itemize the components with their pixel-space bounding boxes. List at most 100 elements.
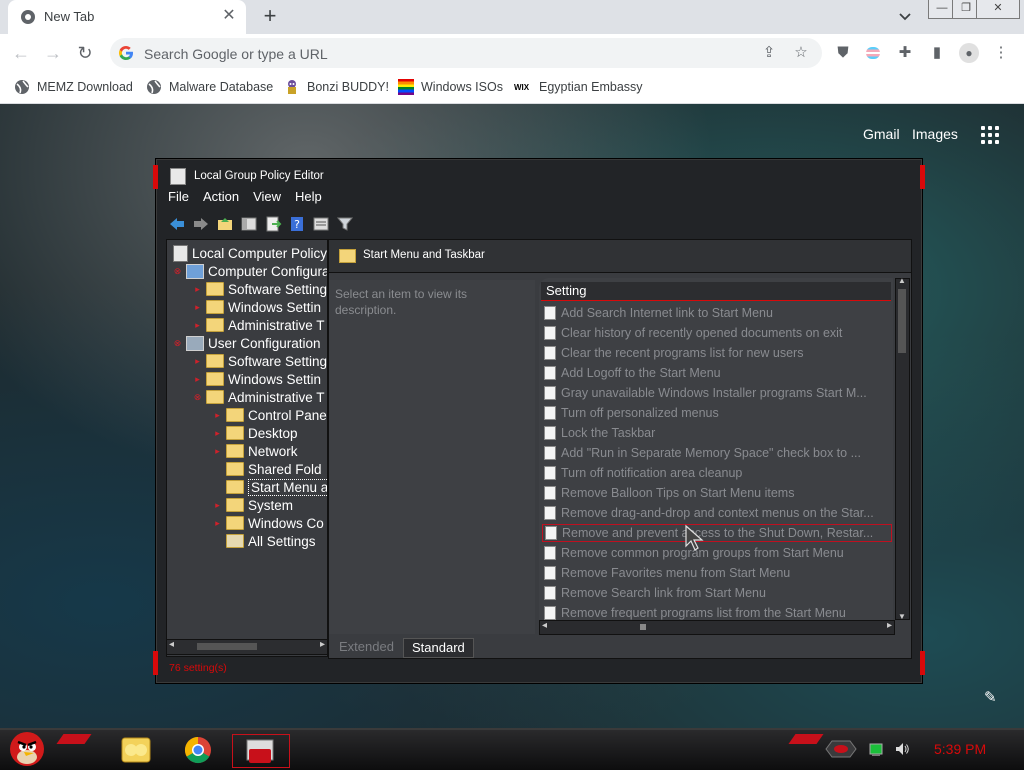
scrollbar-thumb[interactable] [898, 289, 906, 353]
list-horizontal-scrollbar[interactable]: ◂ ▸ [539, 620, 895, 635]
setting-row[interactable]: Add Logoff to the Start Menu [544, 364, 890, 382]
tree-node-user-configuration[interactable]: ⊗ User Configuration [173, 334, 321, 352]
tree-node-network[interactable]: ▸ Network [213, 442, 297, 460]
taskbar-app-explorer[interactable] [112, 734, 160, 766]
forward-arrow-icon[interactable] [192, 215, 210, 233]
bookmark-star-icon[interactable]: ☆ [790, 42, 812, 64]
expand-icon[interactable]: ▸ [193, 284, 202, 295]
tree-node-all-settings[interactable]: All Settings [213, 532, 316, 550]
properties-icon[interactable] [312, 215, 330, 233]
images-link[interactable]: Images [912, 126, 958, 142]
bookmark-memz-download[interactable]: MEMZ Download [14, 77, 133, 97]
setting-row[interactable]: Lock the Taskbar [544, 424, 890, 442]
taskbar-clock[interactable]: 5:39 PM [934, 741, 986, 757]
omnibox[interactable]: ⇪ ☆ [110, 38, 822, 68]
back-icon[interactable]: ← [10, 42, 32, 64]
tab-new-tab[interactable]: New Tab ✕ [8, 0, 246, 34]
setting-row[interactable]: Clear history of recently opened documen… [544, 324, 890, 342]
share-icon[interactable]: ⇪ [758, 42, 780, 64]
tree-node-software-settings[interactable]: ▸ Software Setting [193, 352, 327, 370]
tree-node-software-settings[interactable]: ▸ Software Setting [193, 280, 327, 298]
taskbar-app-chrome[interactable] [174, 734, 222, 766]
ublock-icon[interactable]: ⛊ [832, 42, 854, 64]
setting-row[interactable]: Clear the recent programs list for new u… [544, 344, 890, 362]
menu-view[interactable]: View [253, 189, 281, 209]
search-input[interactable] [142, 43, 706, 65]
tab-extended[interactable]: Extended [331, 638, 402, 656]
extensions-puzzle-icon[interactable]: ✚ [894, 42, 916, 64]
expand-icon[interactable]: ▸ [213, 518, 222, 529]
setting-row[interactable]: Add Search Internet link to Start Menu [544, 304, 890, 322]
setting-row[interactable]: Remove drag-and-drop and context menus o… [544, 504, 890, 522]
forward-icon[interactable]: → [42, 42, 64, 64]
tree-node-administrative-templates[interactable]: ▸ Administrative T [193, 316, 324, 334]
expand-icon[interactable]: ▸ [213, 500, 222, 511]
column-header-setting[interactable]: Setting [541, 282, 891, 301]
expand-icon[interactable]: ▸ [213, 428, 222, 439]
expand-icon[interactable]: ▸ [193, 374, 202, 385]
collapse-icon[interactable]: ⊗ [173, 266, 182, 277]
back-arrow-icon[interactable] [168, 215, 186, 233]
bookmark-bonzi-buddy[interactable]: Bonzi BUDDY! [284, 77, 389, 97]
setting-row[interactable]: Remove and prevent access to the Shut Do… [542, 524, 892, 542]
volume-icon[interactable] [894, 741, 910, 757]
bookmark-windows-isos[interactable]: Windows ISOs [398, 77, 503, 97]
show-hide-tree-icon[interactable] [240, 215, 258, 233]
setting-row[interactable]: Add "Run in Separate Memory Space" check… [544, 444, 890, 462]
export-list-icon[interactable] [264, 215, 282, 233]
scroll-left-icon[interactable]: ◂ [169, 639, 174, 650]
tree-node-computer-configuration[interactable]: ⊗ Computer Configura [173, 262, 327, 280]
expand-icon[interactable]: ▸ [193, 320, 202, 331]
setting-row[interactable]: Remove common program groups from Start … [544, 544, 890, 562]
side-panel-icon[interactable]: ▮ [926, 42, 948, 64]
tab-standard[interactable]: Standard [403, 638, 474, 658]
tree-node-shared-folders[interactable]: Shared Fold [213, 460, 322, 478]
tree-horizontal-scrollbar[interactable]: ◂ ▸ [166, 639, 328, 655]
angry-bird-start-icon[interactable] [6, 726, 48, 768]
battery-status-icon[interactable] [868, 741, 884, 757]
setting-row[interactable]: Remove Search link from Start Menu [544, 584, 890, 602]
bookmark-egyptian-embassy[interactable]: WIX Egyptian Embassy [514, 77, 643, 97]
scrollbar-thumb[interactable] [197, 643, 257, 650]
setting-row[interactable]: Remove Favorites menu from Start Menu [544, 564, 890, 582]
setting-row[interactable]: Gray unavailable Windows Installer progr… [544, 384, 890, 402]
setting-row[interactable]: Turn off personalized menus [544, 404, 890, 422]
scroll-right-icon[interactable]: ▸ [320, 639, 325, 650]
network-shield-icon[interactable] [824, 738, 858, 760]
tree-node-control-panel[interactable]: ▸ Control Pane [213, 406, 327, 424]
menu-file[interactable]: File [168, 189, 189, 209]
chevron-down-icon[interactable] [896, 6, 914, 26]
reload-icon[interactable]: ↻ [74, 42, 96, 64]
customize-pencil-icon[interactable]: ✎ [984, 688, 1000, 706]
list-vertical-scrollbar[interactable]: ▲ ▼ [895, 276, 910, 621]
help-icon[interactable]: ? [288, 215, 306, 233]
bookmark-malware-database[interactable]: Malware Database [146, 77, 273, 97]
collapse-icon[interactable]: ⊗ [193, 392, 202, 403]
tree-node-local-computer-policy[interactable]: Local Computer Policy [173, 244, 327, 262]
tree-node-windows-settings[interactable]: ▸ Windows Settin [193, 298, 321, 316]
tree-node-windows-settings[interactable]: ▸ Windows Settin [193, 370, 321, 388]
setting-row[interactable]: Turn off notification area cleanup [544, 464, 890, 482]
extension-flag-icon[interactable] [862, 42, 884, 64]
gmail-link[interactable]: Gmail [863, 126, 900, 142]
tree-node-system[interactable]: ▸ System [213, 496, 293, 514]
scroll-left-icon[interactable]: ◂ [542, 620, 547, 631]
up-folder-icon[interactable] [216, 215, 234, 233]
scroll-up-icon[interactable]: ▲ [898, 276, 906, 285]
new-tab-button[interactable]: + [258, 4, 282, 28]
tree-node-desktop[interactable]: ▸ Desktop [213, 424, 297, 442]
tab-close-icon[interactable]: ✕ [220, 7, 238, 25]
filter-icon[interactable] [336, 215, 354, 233]
scrollbar-thumb[interactable] [640, 624, 646, 630]
tree-node-start-menu-and-taskbar[interactable]: Start Menu a [213, 478, 327, 496]
taskbar-app-gpedit[interactable] [232, 734, 290, 768]
expand-icon[interactable]: ▸ [193, 302, 202, 313]
scroll-down-icon[interactable]: ▼ [898, 612, 906, 621]
profile-avatar-icon[interactable]: ● [958, 42, 980, 64]
menu-help[interactable]: Help [295, 189, 322, 209]
setting-row[interactable]: Remove Balloon Tips on Start Menu items [544, 484, 890, 502]
collapse-icon[interactable]: ⊗ [173, 338, 182, 349]
tree-node-administrative-templates[interactable]: ⊗ Administrative T [193, 388, 325, 406]
tree-node-windows-components[interactable]: ▸ Windows Co [213, 514, 324, 532]
expand-icon[interactable]: ▸ [193, 356, 202, 367]
